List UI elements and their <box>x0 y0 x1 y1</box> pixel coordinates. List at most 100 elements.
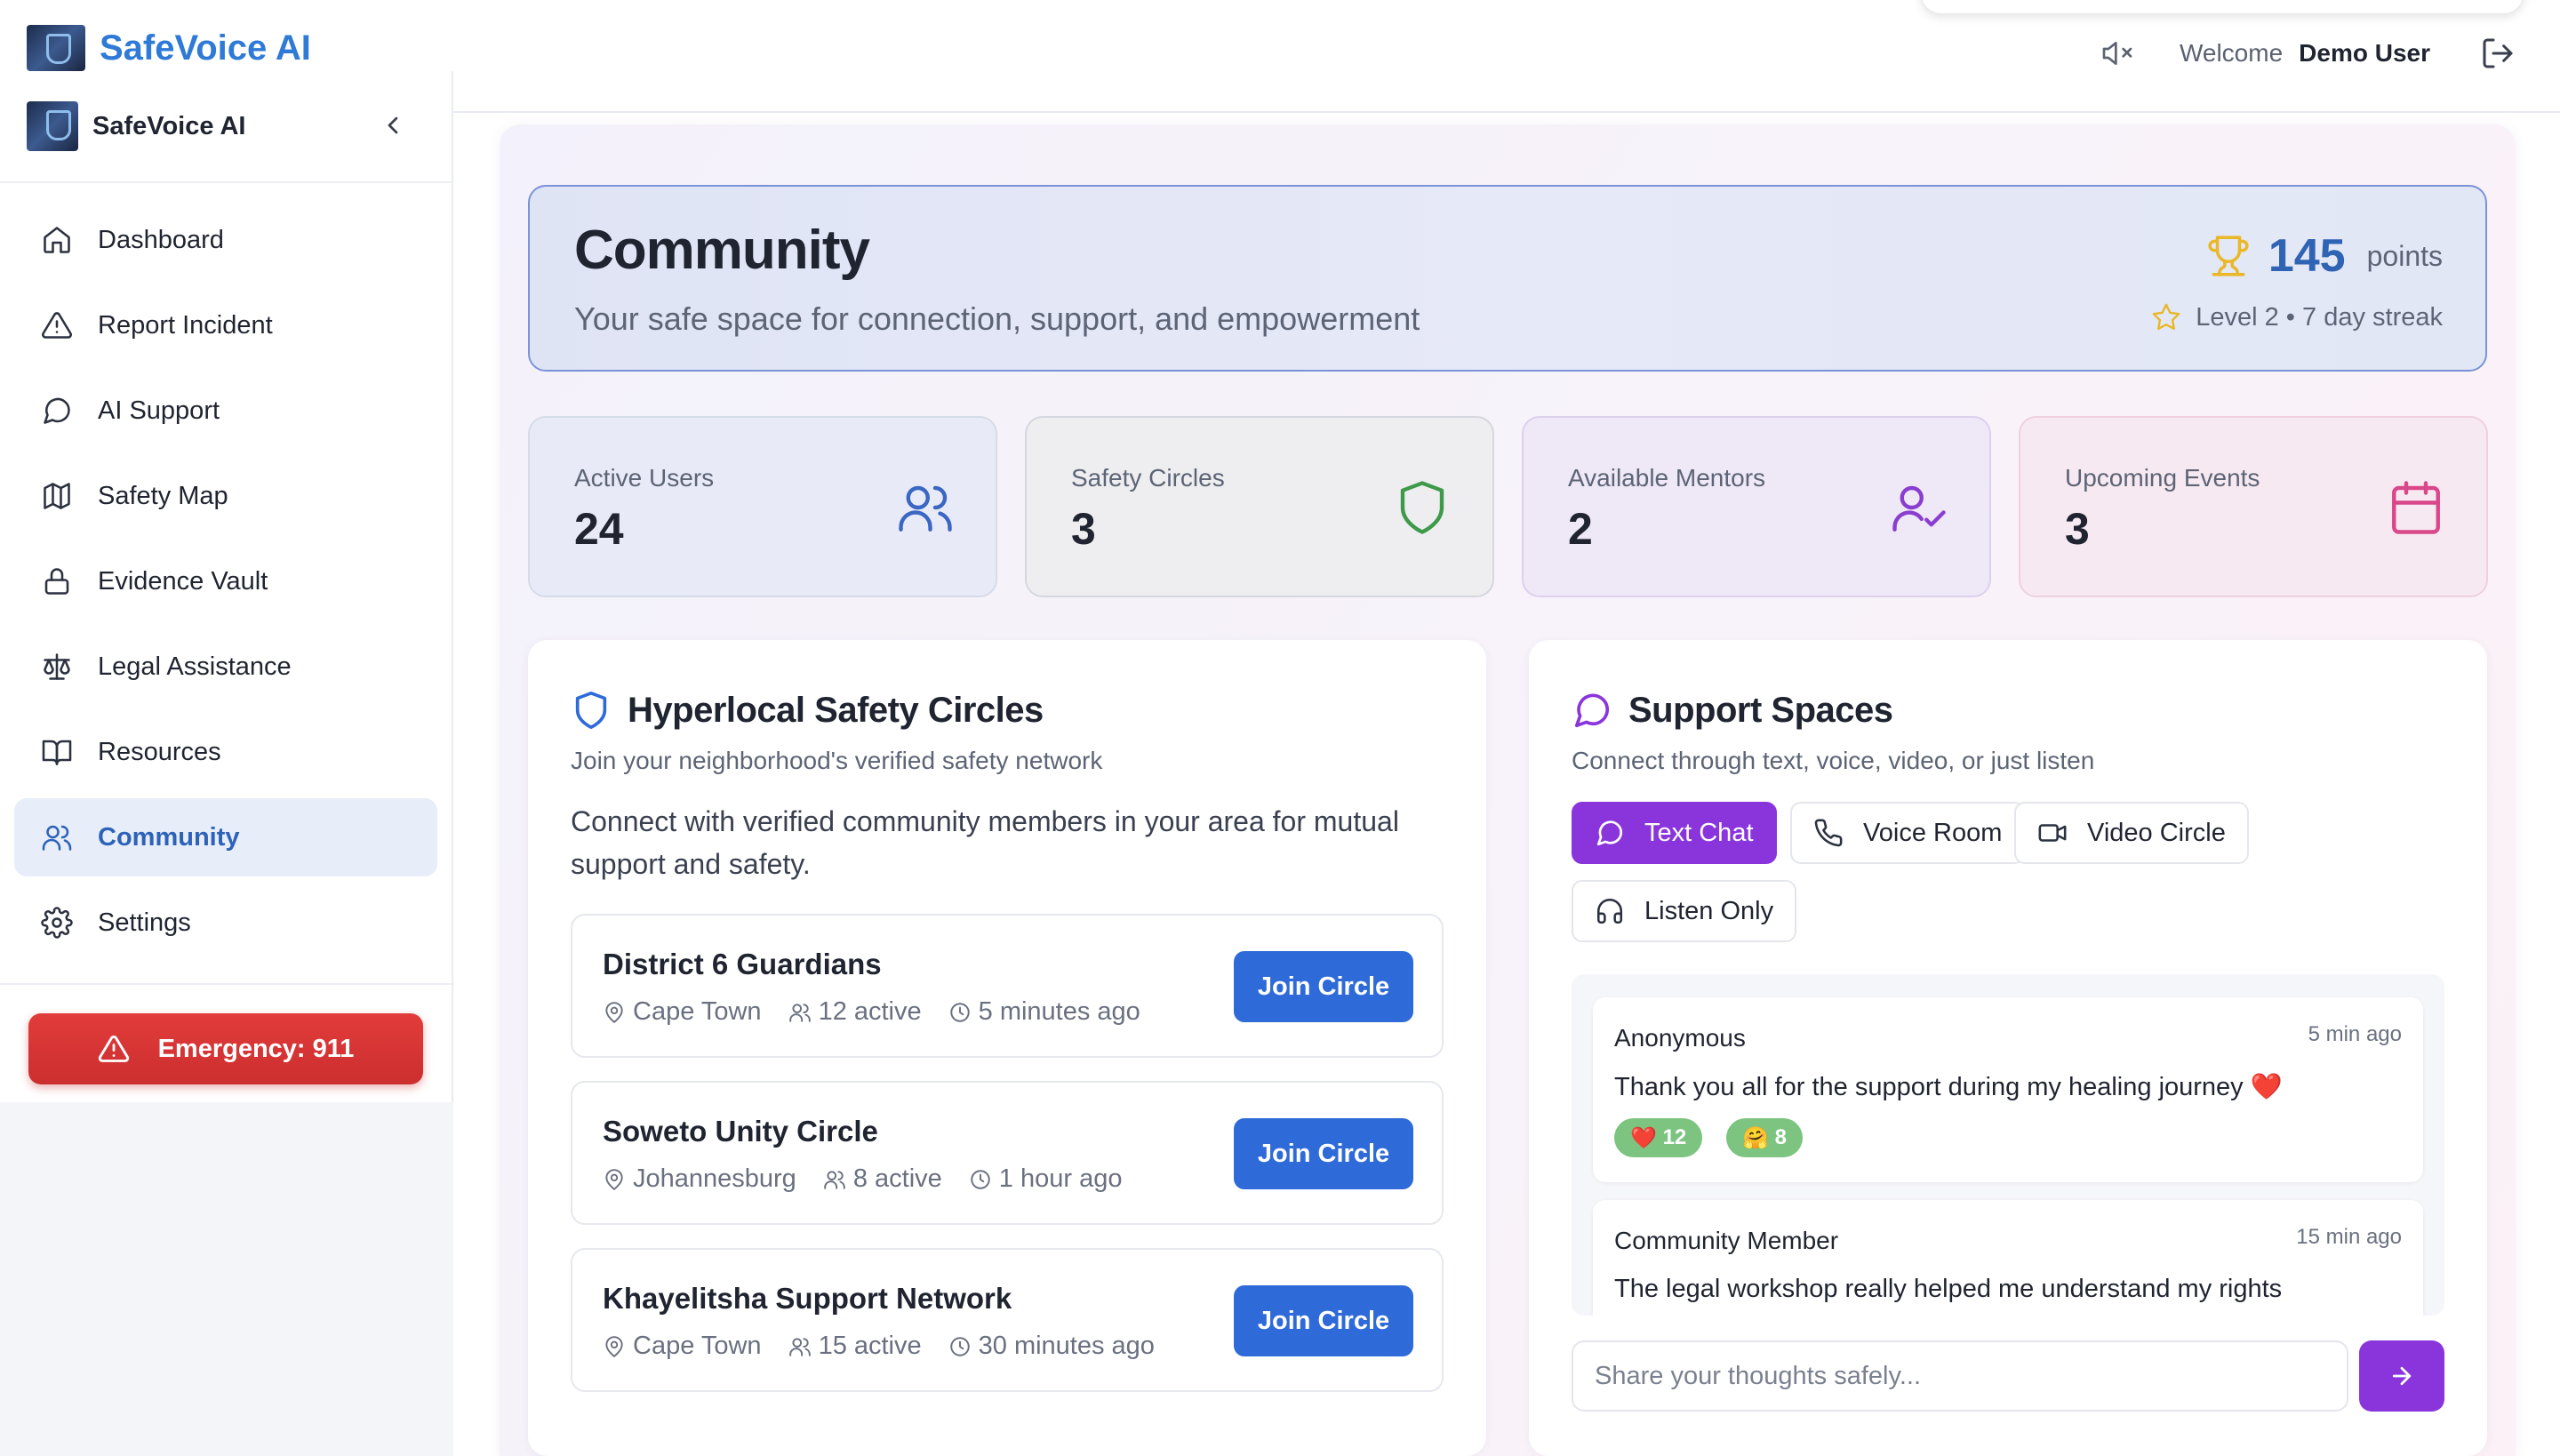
map-pin-icon <box>603 1335 626 1358</box>
circle-active-count: 15 active <box>818 1332 922 1360</box>
community-hero: Community Your safe space for connection… <box>528 185 2487 372</box>
users-icon <box>41 821 73 853</box>
sidebar: SafeVoice AI Dashboard Report Incident A… <box>0 71 453 1102</box>
circle-name: District 6 Guardians <box>603 948 882 980</box>
stat-card-active-users: Active Users 24 <box>528 416 997 597</box>
notification-panel-edge <box>1920 0 2524 14</box>
phone-icon <box>1813 818 1844 848</box>
sidebar-item-label: Settings <box>98 908 191 937</box>
join-circle-button[interactable]: Join Circle <box>1234 951 1413 1022</box>
circle-location: Johannesburg <box>633 1164 796 1193</box>
alert-triangle-icon <box>98 1033 130 1065</box>
circle-meta: Cape Town 15 active 30 minutes ago <box>603 1332 1155 1361</box>
sidebar-item-safety-map[interactable]: Safety Map <box>14 457 437 535</box>
stat-card-available-mentors: Available Mentors 2 <box>1522 416 1991 597</box>
sidebar-item-settings[interactable]: Settings <box>14 884 437 962</box>
post-author: Community Member <box>1614 1227 1839 1254</box>
user-check-icon <box>1890 478 1948 537</box>
post-text: The legal workshop really helped me unde… <box>1614 1275 2283 1303</box>
message-input[interactable] <box>1595 1361 2325 1391</box>
circle-last-activity: 30 minutes ago <box>978 1332 1155 1360</box>
reaction-hug[interactable]: 🤗 8 <box>1726 1118 1803 1157</box>
sidebar-item-label: Report Incident <box>98 310 273 340</box>
join-circle-button[interactable]: Join Circle <box>1234 1118 1413 1189</box>
sidebar-item-resources[interactable]: Resources <box>14 713 437 791</box>
mode-listen-only[interactable]: Listen Only <box>1572 880 1797 942</box>
reaction-heart[interactable]: ❤️ 12 <box>1614 1118 1703 1157</box>
users-icon <box>788 1335 812 1358</box>
sidebar-item-dashboard[interactable]: Dashboard <box>14 201 437 279</box>
stat-label: Available Mentors <box>1568 464 1766 492</box>
emergency-button[interactable]: Emergency: 911 <box>28 1013 423 1084</box>
star-icon <box>2151 302 2181 332</box>
list-item: Community Member 15 min ago The legal wo… <box>1593 1200 2423 1316</box>
user-name: Demo User <box>2299 39 2430 67</box>
map-pin-icon <box>603 1168 626 1191</box>
mode-label: Text Chat <box>1644 818 1754 847</box>
hug-emoji: 🤗 <box>1742 1125 1769 1150</box>
level-text: Level 2 • 7 day streak <box>2196 302 2443 332</box>
sidebar-item-label: Dashboard <box>98 225 224 254</box>
post-time: 5 min ago <box>2308 1022 2402 1046</box>
sidebar-item-community[interactable]: Community <box>14 798 437 876</box>
circle-last-activity: 5 minutes ago <box>978 997 1140 1026</box>
mode-text-chat[interactable]: Text Chat <box>1572 802 1777 864</box>
level-streak: Level 2 • 7 day streak <box>2151 302 2443 332</box>
sidebar-item-legal-assistance[interactable]: Legal Assistance <box>14 628 437 706</box>
heart-emoji: ❤️ <box>1630 1125 1657 1150</box>
points-display: 145 points <box>2206 229 2443 283</box>
safety-circles-card: Hyperlocal Safety Circles Join your neig… <box>528 640 1486 1456</box>
shield-icon <box>1393 478 1452 537</box>
headphones-icon <box>1595 896 1625 926</box>
map-pin-icon <box>603 1001 626 1024</box>
brand-name: SafeVoice AI <box>100 28 311 68</box>
sidebar-item-label: Evidence Vault <box>98 566 268 596</box>
sidebar-item-report-incident[interactable]: Report Incident <box>14 286 437 364</box>
post-author: Anonymous <box>1614 1024 1746 1052</box>
sidebar-header: SafeVoice AI <box>0 71 452 183</box>
sidebar-logo <box>27 101 78 151</box>
message-feed[interactable]: Anonymous 5 min ago Thank you all for th… <box>1572 974 2444 1316</box>
trophy-icon <box>2206 234 2251 278</box>
logout-icon[interactable] <box>2480 36 2516 71</box>
circle-name: Soweto Unity Circle <box>603 1115 878 1148</box>
reaction-count: 8 <box>1774 1125 1787 1149</box>
app-logo <box>27 25 85 71</box>
list-item: Soweto Unity Circle Johannesburg 8 activ… <box>571 1081 1444 1225</box>
circle-active-count: 12 active <box>818 997 922 1026</box>
chevron-left-icon[interactable] <box>379 111 407 140</box>
list-item: Khayelitsha Support Network Cape Town 15… <box>571 1248 1444 1392</box>
arrow-right-icon <box>2388 1363 2415 1389</box>
alert-triangle-icon <box>41 309 73 341</box>
sidebar-item-ai-support[interactable]: AI Support <box>14 372 437 450</box>
mode-video-circle[interactable]: Video Circle <box>2014 802 2249 864</box>
sidebar-item-evidence-vault[interactable]: Evidence Vault <box>14 542 437 620</box>
clock-icon <box>948 1335 972 1358</box>
users-icon <box>788 1001 812 1024</box>
stat-value: 3 <box>1071 504 1096 554</box>
reaction-count: 12 <box>1662 1125 1687 1149</box>
circle-active-count: 8 active <box>852 1164 942 1193</box>
book-icon <box>41 736 73 768</box>
sidebar-nav: Dashboard Report Incident AI Support Saf… <box>0 183 452 962</box>
message-composer <box>1572 1340 2348 1412</box>
lock-icon <box>41 565 73 597</box>
send-button[interactable] <box>2359 1340 2444 1412</box>
sidebar-footer-background <box>0 1102 453 1456</box>
gear-icon <box>41 907 73 939</box>
stat-value: 2 <box>1568 504 1593 554</box>
points-label: points <box>2366 239 2443 272</box>
join-circle-button[interactable]: Join Circle <box>1234 1285 1413 1356</box>
page-title: Community <box>574 220 870 281</box>
stat-value: 3 <box>2065 504 2090 554</box>
sidebar-item-label: Community <box>98 822 240 852</box>
brand[interactable]: SafeVoice AI <box>27 25 311 71</box>
users-icon <box>896 478 955 537</box>
stat-card-safety-circles: Safety Circles 3 <box>1025 416 1494 597</box>
volume-mute-icon[interactable] <box>2100 36 2135 71</box>
list-item: District 6 Guardians Cape Town 12 active… <box>571 914 1444 1058</box>
sidebar-divider <box>0 983 452 985</box>
mode-label: Video Circle <box>2087 818 2226 847</box>
mode-voice-room[interactable]: Voice Room <box>1790 802 2026 864</box>
points-value: 145 <box>2268 230 2346 282</box>
